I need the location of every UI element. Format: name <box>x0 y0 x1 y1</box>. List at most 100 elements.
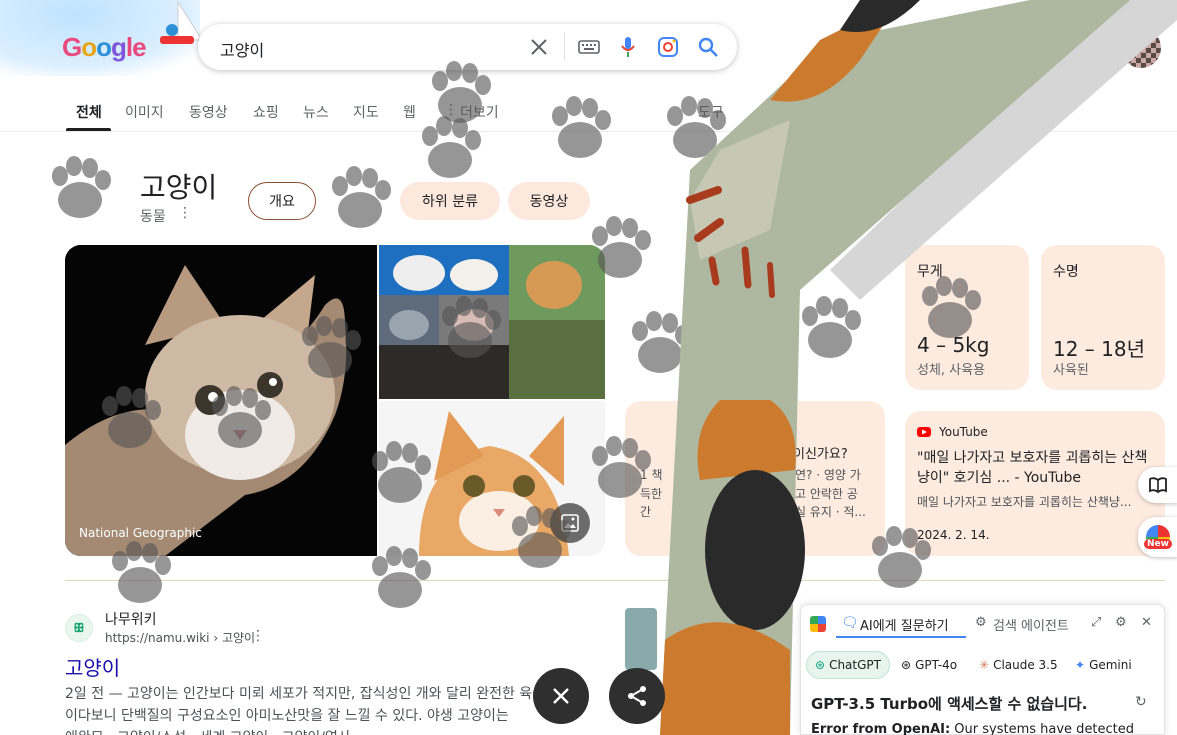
tab-maps[interactable]: 지도 <box>353 102 379 122</box>
labs-flask-icon[interactable] <box>1036 30 1062 66</box>
ai-tab-indicator <box>836 636 966 638</box>
tab-search-agent[interactable]: 검색 에이전트 <box>993 615 1069 634</box>
faq-right-2: 고 안락한 공 <box>795 487 858 501</box>
gemini-icon: ✦ <box>1075 658 1086 672</box>
model-chatgpt-label: ChatGPT <box>829 658 881 672</box>
faq-line-2: 득한 <box>640 487 663 501</box>
result-title-link[interactable]: 고양이 <box>65 652 120 681</box>
more-options-icon[interactable]: ⋮ <box>178 205 192 221</box>
model-claude[interactable]: ✳ Claude 3.5 <box>971 651 1066 679</box>
search-input[interactable]: 고양이 <box>220 37 264 61</box>
kp-subtitle: 동물 <box>140 209 166 225</box>
ai-assistant-panel[interactable]: 🗨 AI에게 질문하기 ⚙ 검색 에이전트 ⤢ ⚙ ✕ ⊛ ChatGPT ⊛ GP… <box>800 604 1165 735</box>
refresh-icon[interactable]: ↻ <box>1135 694 1147 710</box>
namuwiki-favicon: ꕥ <box>65 614 93 642</box>
tab-videos[interactable]: 동영상 <box>189 102 228 122</box>
clear-icon[interactable] <box>527 35 551 59</box>
extension-new-button[interactable]: New <box>1138 517 1177 557</box>
faq-right-3: 실 유지 · 적... <box>795 505 866 519</box>
close-icon <box>553 688 569 704</box>
paw-print <box>802 296 861 358</box>
microphone-icon[interactable] <box>616 35 640 59</box>
active-tab-indicator <box>66 128 111 131</box>
lifespan-value: 12 – 18년 <box>1053 337 1146 361</box>
paw-print <box>332 166 391 228</box>
claw <box>686 186 722 204</box>
model-chatgpt[interactable]: ⊛ ChatGPT <box>806 651 890 679</box>
lifespan-label: 수명 <box>1053 264 1079 280</box>
apps-grid-icon[interactable] <box>1084 30 1110 66</box>
model-gemini[interactable]: ✦ Gemini <box>1067 651 1140 679</box>
book-icon <box>1149 477 1167 493</box>
account-avatar[interactable] <box>1121 28 1161 68</box>
model-gpt4o[interactable]: ⊛ GPT-4o <box>893 651 966 679</box>
chip-videos[interactable]: 동영상 <box>508 182 590 220</box>
model-gpt4o-label: GPT-4o <box>915 658 958 672</box>
faq-right-1: 연? · 영양 가 <box>795 468 861 482</box>
search-tabs: 전체 이미지 동영상 쇼핑 뉴스 지도 웹 ⋮ 더보기 도구 <box>0 96 1177 132</box>
model-gemini-label: Gemini <box>1089 658 1132 672</box>
claw <box>741 246 752 289</box>
result-url[interactable]: https://namu.wiki › 고양이 <box>105 629 255 646</box>
tabby-cat-illustration <box>65 245 377 556</box>
tab-ask-ai[interactable]: AI에게 질문하기 <box>860 615 949 634</box>
tools-button[interactable]: 도구 <box>698 102 724 122</box>
claude-icon: ✳ <box>979 658 990 672</box>
search-icon[interactable] <box>696 35 720 59</box>
faq-line-3: 간 <box>640 505 652 519</box>
claw <box>767 262 775 298</box>
lens-camera-icon[interactable] <box>656 35 680 59</box>
tab-images[interactable]: 이미지 <box>125 102 164 122</box>
view-images-icon[interactable] <box>550 503 590 543</box>
settings-icon[interactable]: ⚙ <box>1115 615 1127 630</box>
close-panel-icon[interactable]: ✕ <box>1141 615 1152 630</box>
result-site-name[interactable]: 나무위키 <box>105 609 157 629</box>
faq-question: 이신가요? <box>793 447 848 462</box>
weight-note: 성체, 사육용 <box>917 363 986 378</box>
result-options-icon[interactable]: ⋮ <box>251 628 265 644</box>
weight-card[interactable]: 무게 4 – 5kg 성체, 사육용 <box>905 245 1029 390</box>
google-doodle[interactable]: Google <box>0 0 200 76</box>
expand-icon[interactable]: ⤢ <box>1091 615 1101 630</box>
openai-icon: ⊛ <box>901 658 912 672</box>
chip-subcategory[interactable]: 하위 분류 <box>400 182 500 220</box>
ai-error-message: Error from OpenAI: Our systems have dete… <box>811 722 1134 735</box>
tab-more[interactable]: 더보기 <box>460 102 499 122</box>
search-divider <box>564 32 565 60</box>
openai-icon: ⊛ <box>815 658 826 672</box>
kp-title: 고양이 <box>140 171 218 204</box>
share-icon <box>628 686 646 706</box>
orange-patch <box>660 622 790 735</box>
google-logo[interactable]: Google <box>62 32 147 63</box>
result-thumbnail[interactable] <box>625 608 657 670</box>
cat-breeds-collage[interactable] <box>379 245 605 399</box>
snippet-line-3: 애완묘 · 고양이/소설 · 세계 고양이 · 고양이/역사 <box>65 727 610 735</box>
youtube-date: 2024. 2. 14. <box>917 528 990 542</box>
new-badge: New <box>1144 539 1172 549</box>
keyboard-icon[interactable] <box>577 35 601 59</box>
share-fab[interactable] <box>609 668 665 724</box>
main-cat-image[interactable] <box>65 245 377 556</box>
close-fab[interactable] <box>533 668 589 724</box>
tab-web[interactable]: 웹 <box>403 102 416 122</box>
lifespan-card[interactable]: 수명 12 – 18년 사육된 <box>1041 245 1165 390</box>
lifespan-note: 사육된 <box>1053 363 1089 378</box>
chat-bubble-icon: 🗨 <box>841 615 859 631</box>
tab-news[interactable]: 뉴스 <box>303 102 329 122</box>
paw-print <box>52 156 111 218</box>
youtube-icon <box>917 427 931 437</box>
assistant-logo-icon <box>810 616 826 632</box>
section-divider <box>65 580 1165 581</box>
sailboat-icon <box>160 0 200 44</box>
claw <box>708 256 720 286</box>
result-snippet: 2일 전 — 고양이는 인간보다 미뢰 세포가 적지만, 잡식성인 개와 달리 … <box>65 683 610 735</box>
youtube-title[interactable]: "매일 나가자고 보호자를 괴롭히는 산책냥이" 호기심 ... - YouTu… <box>917 448 1149 488</box>
tab-shopping[interactable]: 쇼핑 <box>253 102 279 122</box>
ai-error-heading: GPT-3.5 Turbo에 액세스할 수 없습니다. <box>811 695 1088 713</box>
paw-print <box>632 311 691 373</box>
youtube-source: YouTube <box>939 425 988 439</box>
reading-mode-button[interactable] <box>1138 467 1177 503</box>
tab-more-icon[interactable]: ⋮ <box>444 102 458 118</box>
chip-overview[interactable]: 개요 <box>248 182 316 220</box>
tab-all[interactable]: 전체 <box>76 102 102 122</box>
